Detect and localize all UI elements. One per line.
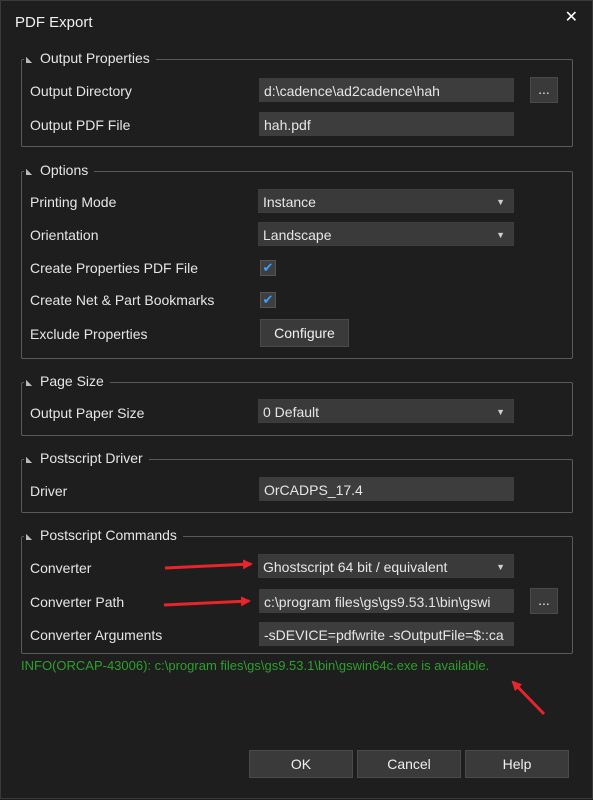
converter-path-browse-button[interactable]: ... (530, 588, 558, 614)
cancel-button[interactable]: Cancel (357, 750, 461, 778)
printing-mode-value: Instance (263, 194, 316, 210)
collapse-triangle-icon[interactable]: ◣ (26, 55, 33, 64)
printing-mode-label: Printing Mode (30, 194, 117, 210)
configure-button[interactable]: Configure (260, 319, 349, 347)
output-directory-browse-button[interactable]: ... (530, 77, 558, 103)
output-paper-size-value: 0 Default (263, 404, 320, 420)
pdf-export-dialog: PDF Export ✕ ◣ Output Properties Output … (0, 0, 593, 799)
driver-label: Driver (30, 483, 68, 499)
dialog-title: PDF Export (15, 14, 93, 31)
create-properties-label: Create Properties PDF File (30, 260, 199, 276)
converter-label: Converter (30, 560, 92, 576)
output-directory-label: Output Directory (30, 83, 132, 99)
collapse-triangle-icon[interactable]: ◣ (26, 378, 33, 387)
postscript-commands-legend[interactable]: ◣ Postscript Commands (24, 527, 183, 543)
orientation-value: Landscape (263, 227, 332, 243)
output-properties-legend[interactable]: ◣ Output Properties (24, 50, 156, 66)
group-title: Page Size (40, 373, 104, 389)
checkmark-icon: ✔ (262, 260, 274, 275)
chevron-down-icon: ▼ (496, 562, 505, 572)
chevron-down-icon: ▼ (496, 407, 505, 417)
converter-path-label: Converter Path (30, 594, 125, 610)
collapse-triangle-icon[interactable]: ◣ (26, 532, 33, 541)
orientation-select[interactable]: Landscape ▼ (258, 222, 514, 246)
ok-button[interactable]: OK (249, 750, 353, 778)
converter-path-field[interactable]: c:\program files\gs\gs9.53.1\bin\gswi (259, 589, 514, 613)
chevron-down-icon: ▼ (496, 197, 505, 207)
group-title: Postscript Driver (40, 450, 143, 466)
info-message: INFO(ORCAP-43006): c:\program files\gs\g… (21, 658, 490, 673)
group-title: Options (40, 162, 89, 178)
page-size-legend[interactable]: ◣ Page Size (24, 373, 110, 389)
chevron-down-icon: ▼ (496, 230, 505, 240)
group-title: Output Properties (40, 50, 150, 66)
driver-field[interactable]: OrCADPS_17.4 (259, 477, 514, 501)
close-icon[interactable]: ✕ (565, 7, 578, 27)
output-pdf-field[interactable]: hah.pdf (259, 112, 514, 136)
create-bookmarks-checkbox[interactable]: ✔ (260, 292, 276, 308)
printing-mode-select[interactable]: Instance ▼ (258, 189, 514, 213)
create-bookmarks-label: Create Net & Part Bookmarks (30, 292, 215, 308)
converter-select[interactable]: Ghostscript 64 bit / equivalent ▼ (258, 554, 514, 578)
annotation-arrow-info (511, 680, 546, 716)
postscript-driver-legend[interactable]: ◣ Postscript Driver (24, 450, 149, 466)
converter-value: Ghostscript 64 bit / equivalent (263, 559, 448, 575)
exclude-properties-label: Exclude Properties (30, 326, 148, 342)
options-legend[interactable]: ◣ Options (24, 162, 95, 178)
create-properties-checkbox[interactable]: ✔ (260, 260, 276, 276)
output-directory-field[interactable]: d:\cadence\ad2cadence\hah (259, 78, 514, 102)
orientation-label: Orientation (30, 227, 99, 243)
output-paper-size-select[interactable]: 0 Default ▼ (258, 399, 514, 423)
group-title: Postscript Commands (40, 527, 177, 543)
checkmark-icon: ✔ (262, 292, 274, 307)
converter-arguments-field[interactable]: -sDEVICE=pdfwrite -sOutputFile=$::ca (259, 622, 514, 646)
output-paper-size-label: Output Paper Size (30, 405, 145, 421)
collapse-triangle-icon[interactable]: ◣ (26, 167, 33, 176)
output-pdf-label: Output PDF File (30, 117, 131, 133)
collapse-triangle-icon[interactable]: ◣ (26, 455, 33, 464)
help-button[interactable]: Help (465, 750, 569, 778)
converter-arguments-label: Converter Arguments (30, 627, 163, 643)
title-bar: PDF Export ✕ (1, 1, 592, 43)
